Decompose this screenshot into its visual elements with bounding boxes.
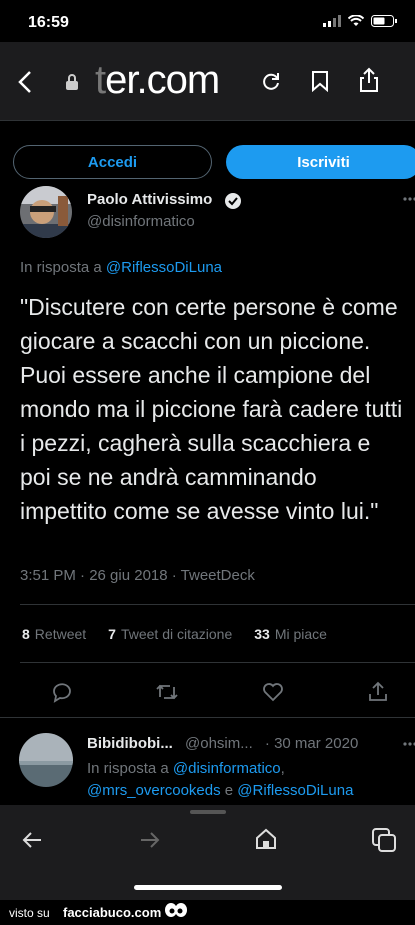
reply-avatar[interactable]	[19, 733, 73, 787]
retweet-icon[interactable]	[155, 680, 179, 704]
reply-mention-link[interactable]: @RiflessoDiLuna	[237, 782, 353, 799]
status-time: 16:59	[28, 14, 69, 31]
divider	[0, 120, 415, 121]
tweet-stats: 8 Retweet 7 Tweet di citazione 33 Mi piace	[22, 626, 327, 642]
sheet-handle	[190, 810, 226, 814]
reply-prefix: In risposta a	[87, 760, 169, 777]
divider	[0, 717, 415, 718]
reply-date[interactable]: · 30 mar 2020	[265, 735, 358, 752]
avatar-image	[20, 186, 72, 238]
reply-more-options-icon[interactable]	[403, 742, 415, 746]
author-name[interactable]: Paolo Attivissimo	[87, 191, 212, 208]
reply-avatar-image	[19, 733, 73, 787]
quote-count[interactable]: 7 Tweet di citazione	[108, 626, 232, 642]
signal-icon	[323, 15, 341, 27]
back-icon[interactable]	[16, 70, 34, 94]
divider	[20, 604, 415, 605]
reply-header: Bibidibobi... @ohsim... · 30 mar 2020	[87, 735, 412, 752]
reload-icon[interactable]	[261, 71, 281, 91]
verified-badge-icon	[225, 193, 241, 209]
battery-icon	[371, 15, 397, 27]
divider	[20, 662, 415, 663]
watermark-seen-on: visto su	[9, 906, 50, 920]
reply-conjunction: e	[224, 782, 234, 799]
signup-button[interactable]: Iscriviti	[226, 145, 415, 179]
reply-context: In risposta a @RiflessoDiLuna	[20, 259, 222, 276]
reply-prefix: In risposta a	[20, 259, 102, 276]
tweet-actions	[50, 680, 390, 704]
bookmark-icon[interactable]	[311, 70, 329, 92]
home-icon[interactable]	[255, 828, 277, 850]
reply-mention-link[interactable]: @mrs_overcookeds	[87, 782, 221, 799]
tweet-timestamp[interactable]: 3:51 PM · 26 giu 2018 · TweetDeck	[20, 567, 255, 584]
login-button[interactable]: Accedi	[13, 145, 212, 179]
watermark-site: facciabuco.com	[63, 905, 162, 920]
reply-author-handle[interactable]: @ohsim...	[185, 735, 253, 752]
wifi-icon	[348, 15, 364, 26]
more-options-icon[interactable]	[403, 197, 415, 201]
avatar[interactable]	[20, 186, 72, 238]
reply-icon[interactable]	[50, 680, 74, 704]
watermark-footer: visto su facciabuco.com	[0, 900, 415, 925]
retweet-count[interactable]: 8 Retweet	[22, 626, 86, 642]
status-icons	[323, 15, 397, 27]
share-tweet-icon[interactable]	[366, 680, 390, 704]
like-count[interactable]: 33 Mi piace	[254, 626, 327, 642]
tweet-text: "Discutere con certe persone è come gioc…	[20, 294, 403, 524]
reply-author-name[interactable]: Bibidibobi...	[87, 735, 173, 752]
tabs-icon[interactable]	[371, 827, 397, 853]
author-handle[interactable]: @disinformatico	[87, 213, 195, 230]
reply-mention-link[interactable]: @RiflessoDiLuna	[106, 259, 222, 276]
url-field[interactable]: ter.com	[95, 58, 220, 103]
share-icon[interactable]	[358, 67, 380, 93]
forward-arrow-icon[interactable]	[139, 830, 161, 850]
home-indicator	[134, 885, 282, 890]
watermark-logo-icon	[165, 903, 187, 917]
reply-mention-link[interactable]: @disinformatico	[173, 760, 281, 777]
back-arrow-icon[interactable]	[21, 830, 43, 850]
like-icon[interactable]	[261, 680, 285, 704]
lock-icon	[66, 74, 78, 90]
reply-context: In risposta a @disinformatico, @mrs_over…	[87, 760, 354, 799]
